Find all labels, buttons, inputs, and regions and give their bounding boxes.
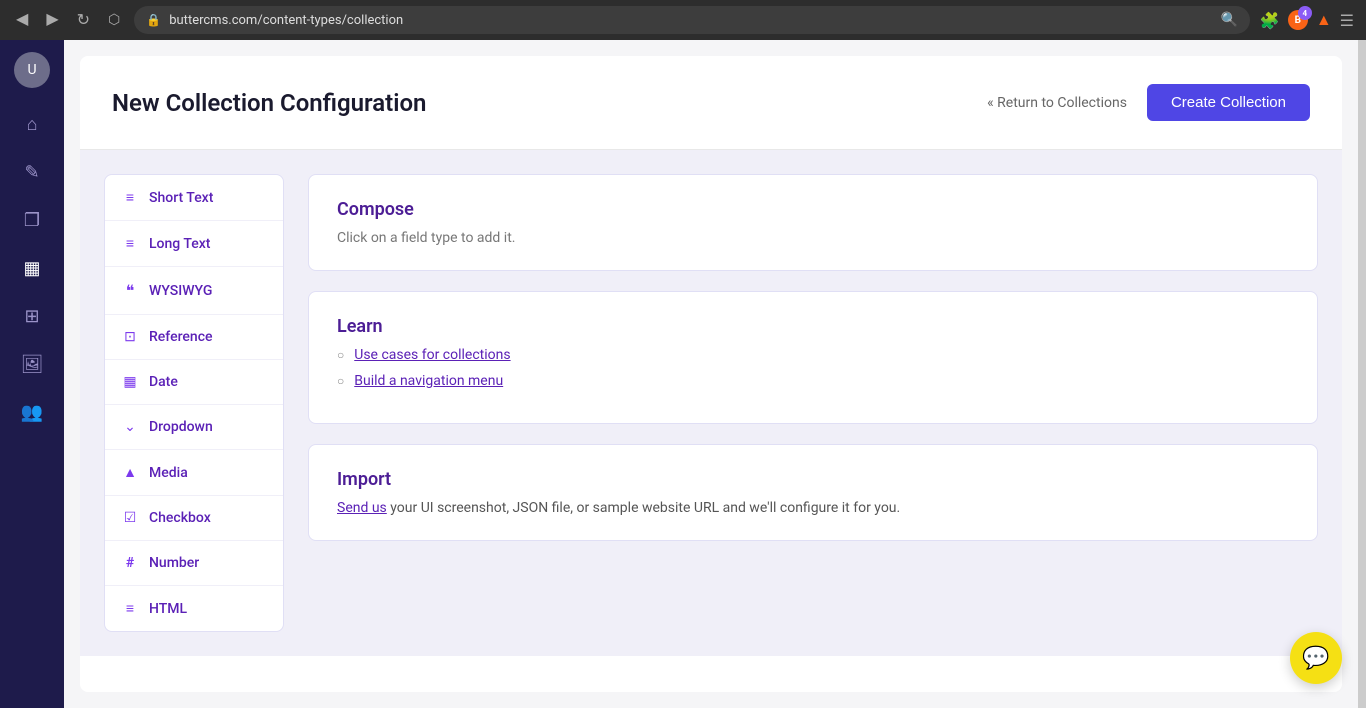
reference-label: Reference	[149, 329, 213, 345]
field-type-long-text[interactable]: ≡ Long Text	[105, 221, 283, 267]
brave-badge: 4	[1298, 6, 1312, 20]
address-bar[interactable]: 🔒 buttercms.com/content-types/collection…	[134, 6, 1250, 34]
field-type-checkbox[interactable]: ☑ Checkbox	[105, 496, 283, 541]
header-actions: « Return to Collections Create Collectio…	[987, 84, 1310, 121]
sidebar-item-blog[interactable]: ✎	[12, 152, 52, 192]
learn-panel: Learn Use cases for collections Build a …	[308, 291, 1318, 424]
checkbox-icon: ☑	[121, 510, 139, 526]
compose-title: Compose	[337, 199, 1289, 220]
short-text-icon: ≡	[121, 189, 139, 206]
import-body-text: your UI screenshot, JSON file, or sample…	[390, 500, 900, 516]
number-label: Number	[149, 555, 199, 571]
scrollbar[interactable]	[1358, 40, 1366, 708]
checkbox-label: Checkbox	[149, 510, 211, 526]
field-type-date[interactable]: ▦ Date	[105, 360, 283, 405]
lock-icon: 🔒	[146, 13, 161, 27]
date-icon: ▦	[121, 374, 139, 390]
import-text: Send us your UI screenshot, JSON file, o…	[337, 500, 1289, 516]
learn-list: Use cases for collections Build a naviga…	[337, 347, 1289, 389]
browser-extensions: 🧩 B 4 ▲ ☰	[1260, 10, 1354, 30]
sidebar-item-media[interactable]: 🖼	[12, 344, 52, 384]
dropdown-label: Dropdown	[149, 419, 213, 435]
reference-icon: ⊡	[121, 329, 139, 345]
field-type-media[interactable]: ▲ Media	[105, 450, 283, 496]
wysiwyg-label: WYSIWYG	[149, 283, 212, 299]
extension-puzzle-icon: 🧩	[1260, 11, 1280, 30]
search-icon: 🔍	[1220, 12, 1237, 28]
date-label: Date	[149, 374, 178, 390]
brave-icon: B 4	[1288, 10, 1308, 30]
sidebar-item-pages[interactable]: ❐	[12, 200, 52, 240]
learn-list-item-use-cases: Use cases for collections	[337, 347, 1289, 363]
sidebar-item-components[interactable]: ⊞	[12, 296, 52, 336]
back-button[interactable]: ◀	[12, 8, 32, 32]
field-type-wysiwyg[interactable]: ❝ WYSIWYG	[105, 267, 283, 315]
dropdown-icon: ⌄	[121, 419, 139, 435]
url-text: buttercms.com/content-types/collection	[169, 13, 1212, 28]
html-icon: ≡	[121, 600, 139, 617]
wysiwyg-icon: ❝	[121, 281, 139, 300]
html-label: HTML	[149, 601, 187, 617]
long-text-icon: ≡	[121, 235, 139, 252]
content-body: ≡ Short Text ≡ Long Text ❝ WYSIWYG ⊡ Ref…	[80, 150, 1342, 656]
sidebar-item-home[interactable]: ⌂	[12, 104, 52, 144]
number-icon: #	[121, 555, 139, 571]
field-type-html[interactable]: ≡ HTML	[105, 586, 283, 631]
media-icon: ▲	[121, 464, 139, 481]
media-label: Media	[149, 465, 188, 481]
field-type-short-text[interactable]: ≡ Short Text	[105, 175, 283, 221]
sidebar: U ⌂ ✎ ❐ ▦ ⊞ 🖼 👥	[0, 40, 64, 708]
right-panels: Compose Click on a field type to add it.…	[308, 174, 1318, 632]
page-container: New Collection Configuration « Return to…	[80, 56, 1342, 692]
import-panel: Import Send us your UI screenshot, JSON …	[308, 444, 1318, 541]
compose-panel: Compose Click on a field type to add it.	[308, 174, 1318, 271]
chat-button[interactable]: 💬	[1290, 632, 1342, 684]
build-nav-link[interactable]: Build a navigation menu	[354, 373, 503, 389]
use-cases-link[interactable]: Use cases for collections	[354, 347, 510, 363]
field-type-dropdown[interactable]: ⌄ Dropdown	[105, 405, 283, 450]
long-text-label: Long Text	[149, 236, 210, 252]
learn-title: Learn	[337, 316, 1289, 337]
menu-icon: ☰	[1340, 11, 1354, 30]
short-text-label: Short Text	[149, 190, 213, 206]
forward-button[interactable]: ▶	[42, 8, 62, 32]
page-title: New Collection Configuration	[112, 89, 426, 117]
page-header: New Collection Configuration « Return to…	[80, 56, 1342, 150]
alert-icon: ▲	[1316, 10, 1332, 30]
field-type-number[interactable]: # Number	[105, 541, 283, 586]
compose-subtitle: Click on a field type to add it.	[337, 230, 1289, 246]
main-content: New Collection Configuration « Return to…	[64, 40, 1358, 708]
bookmark-icon: ⬡	[104, 8, 124, 32]
avatar[interactable]: U	[14, 52, 50, 88]
browser-chrome: ◀ ▶ ↻ ⬡ 🔒 buttercms.com/content-types/co…	[0, 0, 1366, 40]
learn-list-item-build-nav: Build a navigation menu	[337, 373, 1289, 389]
return-link[interactable]: « Return to Collections	[987, 95, 1127, 111]
chat-icon: 💬	[1302, 645, 1329, 671]
refresh-button[interactable]: ↻	[73, 6, 94, 34]
send-us-link[interactable]: Send us	[337, 500, 387, 516]
field-type-reference[interactable]: ⊡ Reference	[105, 315, 283, 360]
sidebar-item-collections[interactable]: ▦	[12, 248, 52, 288]
field-types-panel: ≡ Short Text ≡ Long Text ❝ WYSIWYG ⊡ Ref…	[104, 174, 284, 632]
sidebar-item-users[interactable]: 👥	[12, 392, 52, 432]
import-title: Import	[337, 469, 1289, 490]
create-collection-button[interactable]: Create Collection	[1147, 84, 1310, 121]
